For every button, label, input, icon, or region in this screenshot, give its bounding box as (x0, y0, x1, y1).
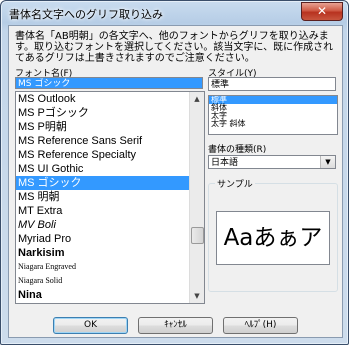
font-list-item[interactable]: MS P明朝 (16, 120, 204, 134)
scroll-down-arrow-icon[interactable]: ▼ (190, 289, 204, 303)
font-list-item[interactable]: Nina (16, 288, 204, 302)
style-list-item[interactable]: 斜体 (209, 104, 337, 112)
font-list-item[interactable]: MT Extra (16, 204, 204, 218)
font-list-item[interactable]: MV Boli (16, 218, 204, 232)
font-list-item[interactable]: MS ゴシック (16, 176, 204, 190)
font-list-item[interactable]: MS Reference Sans Serif (16, 134, 204, 148)
font-list-item[interactable]: Niagara Engraved (16, 260, 204, 274)
charset-label: 書体の種類(R) (208, 145, 267, 155)
font-list-item[interactable]: Myriad Pro (16, 232, 204, 246)
style-list-item[interactable]: 標準 (209, 96, 337, 104)
dialog-window: 書体名文字へのグリフ取り込み ✕ 書体名「AB明朝」の各文字へ、他のフォントから… (0, 0, 349, 345)
window-title: 書体名文字へのグリフ取り込み (9, 8, 163, 21)
ok-button[interactable]: OK (53, 317, 128, 334)
cancel-button[interactable]: ｷｬﾝｾﾙ (138, 317, 213, 334)
font-name-list[interactable]: MS Outlook MS Pゴシック MS P明朝 MS Reference San… (15, 91, 205, 304)
font-list-item[interactable]: Narkisim (16, 246, 204, 260)
close-button[interactable]: ✕ (301, 2, 343, 21)
sample-preview: Aaあぁア (216, 211, 330, 265)
help-button[interactable]: ﾍﾙﾌﾟ(H) (223, 317, 298, 334)
title-bar[interactable]: 書体名文字へのグリフ取り込み ✕ (1, 1, 348, 25)
font-list-item[interactable]: MS Reference Specialty (16, 148, 204, 162)
scroll-thumb[interactable] (191, 227, 204, 244)
font-list-item[interactable]: MS UI Gothic (16, 162, 204, 176)
sample-group: サンプル Aaあぁア (208, 177, 338, 292)
dialog-body: 書体名「AB明朝」の各文字へ、他のフォントからグリフを取り込みます。取り込むフォ… (8, 25, 343, 338)
font-name-input[interactable]: MS ゴシック (15, 77, 203, 89)
charset-value: 日本語 (211, 158, 239, 168)
style-input[interactable]: 標準 (208, 77, 336, 91)
font-list-item[interactable]: MS Pゴシック (16, 106, 204, 120)
font-list-item[interactable]: Niagara Solid (16, 274, 204, 288)
scroll-up-arrow-icon[interactable]: ▲ (190, 92, 204, 106)
font-list-scrollbar[interactable]: ▲ ▼ (189, 92, 204, 303)
description-text: 書体名「AB明朝」の各文字へ、他のフォントからグリフを取り込みます。取り込むフォ… (15, 31, 334, 64)
style-list-item[interactable]: 太字 斜体 (209, 120, 337, 128)
sample-label: サンプル (215, 177, 255, 190)
style-list[interactable]: 標準 斜体 太字 太字 斜体 (208, 95, 338, 135)
charset-select[interactable]: 日本語 ▼ (208, 155, 336, 169)
dropdown-arrow-icon[interactable]: ▼ (320, 156, 335, 168)
font-list-item[interactable]: MS 明朝 (16, 190, 204, 204)
font-list-item[interactable]: MS Outlook (16, 92, 204, 106)
